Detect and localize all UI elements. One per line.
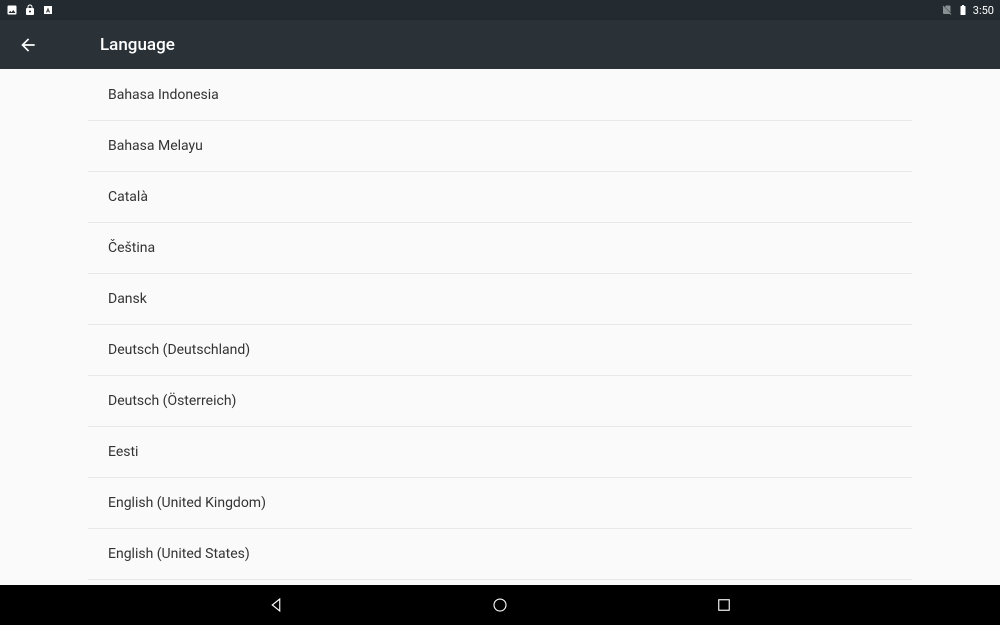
- language-label: Català: [108, 189, 148, 205]
- language-item-english-us[interactable]: English (United States): [88, 529, 912, 580]
- language-label: English (United States): [108, 546, 250, 562]
- lock-icon: [24, 4, 36, 16]
- language-label: English (United Kingdom): [108, 495, 266, 511]
- nav-home-button[interactable]: [488, 593, 512, 617]
- language-list: Bahasa Indonesia Bahasa Melayu Català Če…: [88, 69, 912, 580]
- nav-back-button[interactable]: [264, 593, 288, 617]
- battery-icon: [957, 4, 969, 16]
- language-item-cestina[interactable]: Čeština: [88, 223, 912, 274]
- language-label: Bahasa Melayu: [108, 138, 203, 154]
- image-icon: [6, 4, 18, 16]
- language-item-bahasa-melayu[interactable]: Bahasa Melayu: [88, 121, 912, 172]
- language-label: Čeština: [108, 240, 155, 256]
- page-title: Language: [100, 35, 175, 55]
- language-item-deutsch-de[interactable]: Deutsch (Deutschland): [88, 325, 912, 376]
- language-label: Bahasa Indonesia: [108, 87, 219, 103]
- language-label: Deutsch (Deutschland): [108, 342, 250, 358]
- language-item-deutsch-at[interactable]: Deutsch (Österreich): [88, 376, 912, 427]
- status-left-group: [6, 4, 54, 16]
- language-label: Dansk: [108, 291, 147, 307]
- status-right-group: 3:50: [941, 4, 994, 17]
- nav-recents-button[interactable]: [712, 593, 736, 617]
- app-notification-icon: [42, 4, 54, 16]
- status-time: 3:50: [973, 4, 994, 17]
- content-area[interactable]: Bahasa Indonesia Bahasa Melayu Català Če…: [0, 69, 1000, 585]
- app-bar: Language: [0, 20, 1000, 69]
- navigation-bar: [0, 585, 1000, 625]
- back-button[interactable]: [16, 33, 40, 57]
- language-item-catala[interactable]: Català: [88, 172, 912, 223]
- language-label: Deutsch (Österreich): [108, 393, 236, 409]
- language-item-english-uk[interactable]: English (United Kingdom): [88, 478, 912, 529]
- language-item-dansk[interactable]: Dansk: [88, 274, 912, 325]
- status-bar: 3:50: [0, 0, 1000, 20]
- language-label: Eesti: [108, 444, 138, 460]
- no-sim-icon: [941, 4, 953, 16]
- language-item-eesti[interactable]: Eesti: [88, 427, 912, 478]
- language-item-bahasa-indonesia[interactable]: Bahasa Indonesia: [88, 70, 912, 121]
